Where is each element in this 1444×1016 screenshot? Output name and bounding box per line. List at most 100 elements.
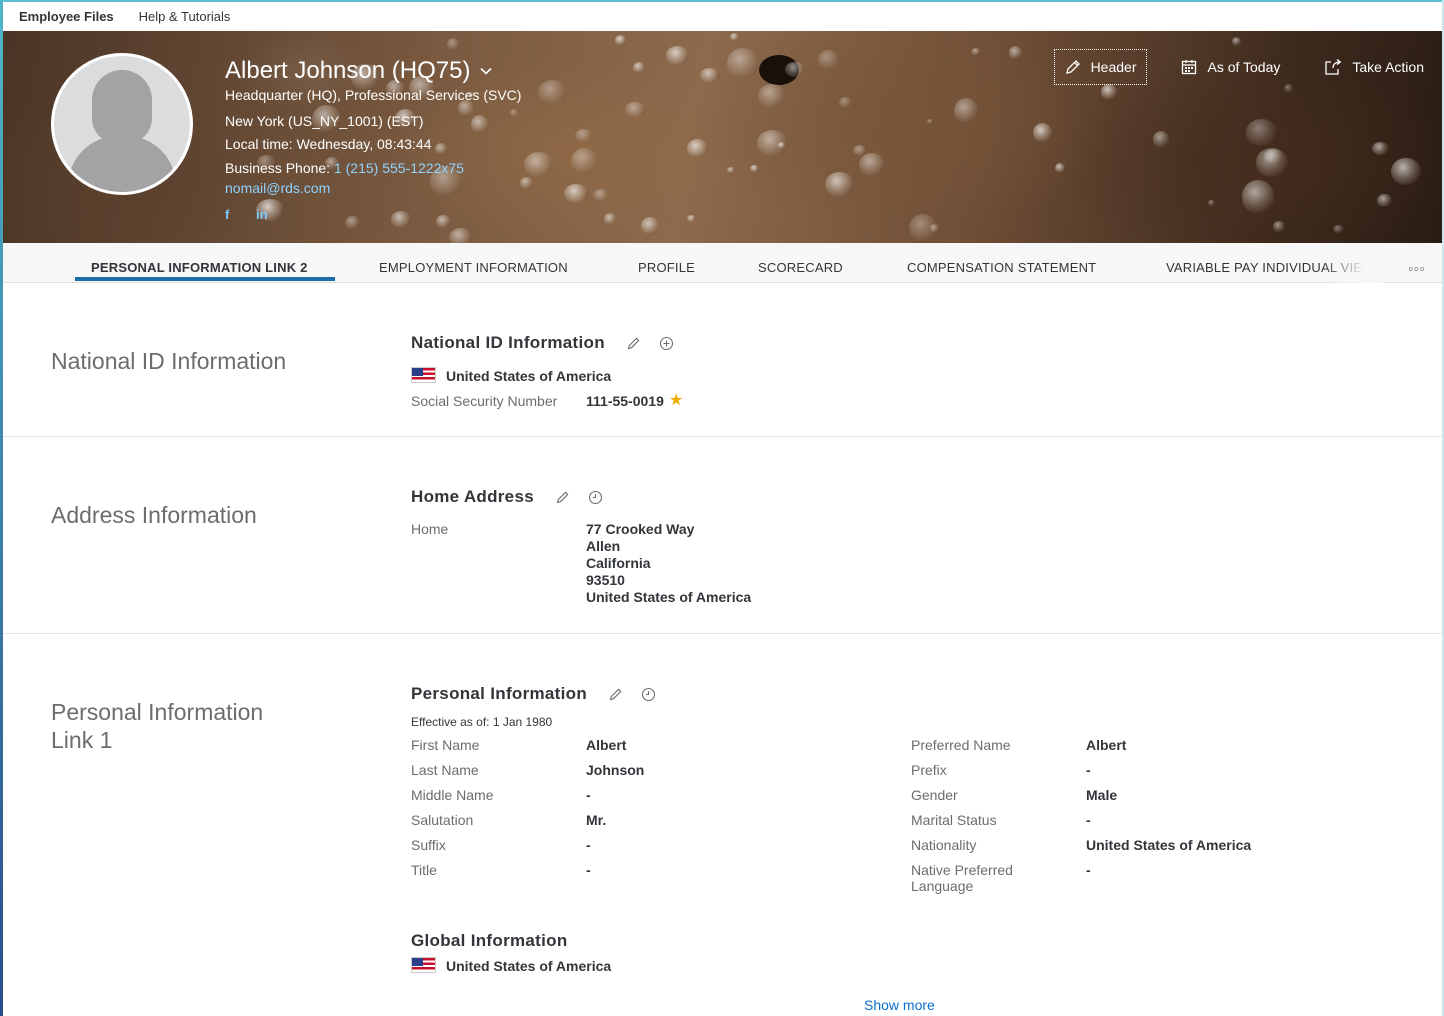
email-link[interactable]: nomail@rds.com [225, 180, 330, 196]
tab-compensation-statement[interactable]: COMPENSATION STATEMENT [907, 243, 1096, 283]
water-drop [1242, 180, 1274, 214]
tab-overflow-fade [1323, 243, 1383, 283]
nav-help-tutorials[interactable]: Help & Tutorials [139, 9, 231, 24]
block-title-global-information: Global Information [411, 931, 568, 950]
water-drop [1246, 119, 1277, 146]
avatar[interactable] [51, 53, 193, 195]
block-title-personal-information-text: Personal Information [411, 684, 588, 703]
water-drop [1009, 46, 1023, 60]
water-drop [448, 228, 473, 243]
section-title-personal-information: Personal Information Link 1 [51, 698, 263, 754]
water-drop [538, 79, 568, 105]
active-tab-indicator [75, 277, 335, 281]
field-label: Language [911, 878, 974, 894]
external-action-icon [1325, 59, 1342, 75]
water-drop [509, 109, 519, 117]
water-drop [758, 83, 786, 109]
phone-link[interactable]: 1 (215) 555-1222x75 [334, 160, 464, 176]
more-tabs-icon[interactable]: ◦◦◦ [1408, 261, 1425, 279]
nav-employee-files[interactable]: Employee Files [19, 9, 114, 24]
water-drop [1391, 158, 1422, 186]
field-label: Gender [911, 787, 958, 803]
section-national-id: National ID Information National ID Info… [3, 283, 1442, 437]
section-address: Address Information Home Address Home 77… [3, 437, 1442, 634]
tab-employment-information[interactable]: EMPLOYMENT INFORMATION [379, 243, 568, 283]
ssn-value: 111-55-0019 [586, 393, 664, 409]
field-label: Preferred Name [911, 737, 1011, 753]
water-drop [615, 35, 627, 46]
tab-profile[interactable]: PROFILE [638, 243, 695, 283]
water-drop [750, 165, 759, 172]
water-drop [604, 212, 617, 225]
field-label: First Name [411, 737, 480, 753]
water-drop [666, 46, 689, 65]
header-button[interactable]: Header [1053, 49, 1148, 85]
pencil-icon[interactable] [609, 687, 623, 701]
pencil-icon[interactable] [556, 490, 570, 504]
effective-date: Effective as of: 1 Jan 1980 [411, 715, 553, 729]
water-drop [726, 48, 758, 80]
water-drop [970, 48, 981, 56]
tab-bar: PERSONAL INFORMATION LINK 2 EMPLOYMENT I… [3, 243, 1442, 283]
field-label: Title [411, 862, 437, 878]
field-label: Prefix [911, 762, 947, 778]
water-drop [953, 97, 978, 125]
water-drop [434, 143, 447, 155]
circle-plus-icon[interactable] [659, 336, 674, 351]
address-type-label: Home [411, 521, 449, 537]
water-drop [470, 114, 489, 134]
water-drop [729, 32, 739, 41]
clock-icon[interactable] [641, 687, 656, 702]
block-title-home-address-text: Home Address [411, 487, 534, 506]
field-label: Suffix [411, 837, 446, 853]
field-value: - [586, 837, 591, 853]
employee-name[interactable]: Albert Johnson (HQ75) [225, 57, 493, 85]
chevron-down-icon[interactable] [480, 65, 493, 77]
water-drop [818, 49, 840, 71]
water-drop [1055, 163, 1066, 173]
water-drop [727, 167, 736, 174]
field-label: Nationality [911, 837, 977, 853]
facebook-icon[interactable]: f [225, 207, 229, 222]
address-line: 77 Crooked Way [586, 521, 695, 537]
field-value: Johnson [586, 762, 645, 778]
linkedin-icon[interactable]: in [256, 207, 268, 222]
top-navigation: Employee Files Help & Tutorials [3, 2, 1442, 31]
field-value: - [1086, 762, 1091, 778]
us-flag-icon [411, 367, 436, 383]
as-of-today-button[interactable]: As of Today [1171, 49, 1290, 85]
as-of-today-label: As of Today [1207, 59, 1281, 75]
block-title-personal-information: Personal Information [411, 684, 656, 704]
take-action-button[interactable]: Take Action [1314, 49, 1434, 85]
field-value: Albert [1086, 737, 1127, 753]
employee-department: Headquarter (HQ), Professional Services … [225, 87, 522, 103]
block-title-home-address: Home Address [411, 487, 603, 507]
take-action-label: Take Action [1352, 59, 1424, 75]
address-line: California [586, 555, 651, 571]
clock-icon[interactable] [588, 490, 603, 505]
water-drop [519, 177, 533, 189]
field-label: Marital Status [911, 812, 997, 828]
section-title-line: Link 1 [51, 727, 113, 753]
phone-label: Business Phone: [225, 160, 334, 176]
water-drop [1231, 36, 1242, 46]
block-title-national-id-text: National ID Information [411, 333, 605, 352]
show-more-link[interactable]: Show more [864, 997, 935, 1013]
avatar-body-shape [68, 136, 176, 192]
pencil-icon [1065, 60, 1080, 74]
water-drop [1100, 84, 1118, 101]
field-value: - [1086, 812, 1091, 828]
national-id-country: United States of America [446, 368, 612, 384]
employee-header-banner: Albert Johnson (HQ75) Headquarter (HQ), … [3, 31, 1442, 243]
water-drop [1152, 131, 1169, 148]
pencil-icon[interactable] [627, 336, 641, 350]
water-drop [926, 119, 933, 125]
employee-email-row: nomail@rds.com [225, 180, 330, 196]
water-drop [785, 62, 806, 77]
water-drop [908, 213, 937, 242]
tab-scorecard[interactable]: SCORECARD [758, 243, 843, 283]
star-icon: ★ [669, 392, 684, 409]
water-drop [1332, 224, 1344, 233]
employee-name-text: Albert Johnson (HQ75) [225, 57, 471, 84]
address-line: United States of America [586, 589, 752, 605]
